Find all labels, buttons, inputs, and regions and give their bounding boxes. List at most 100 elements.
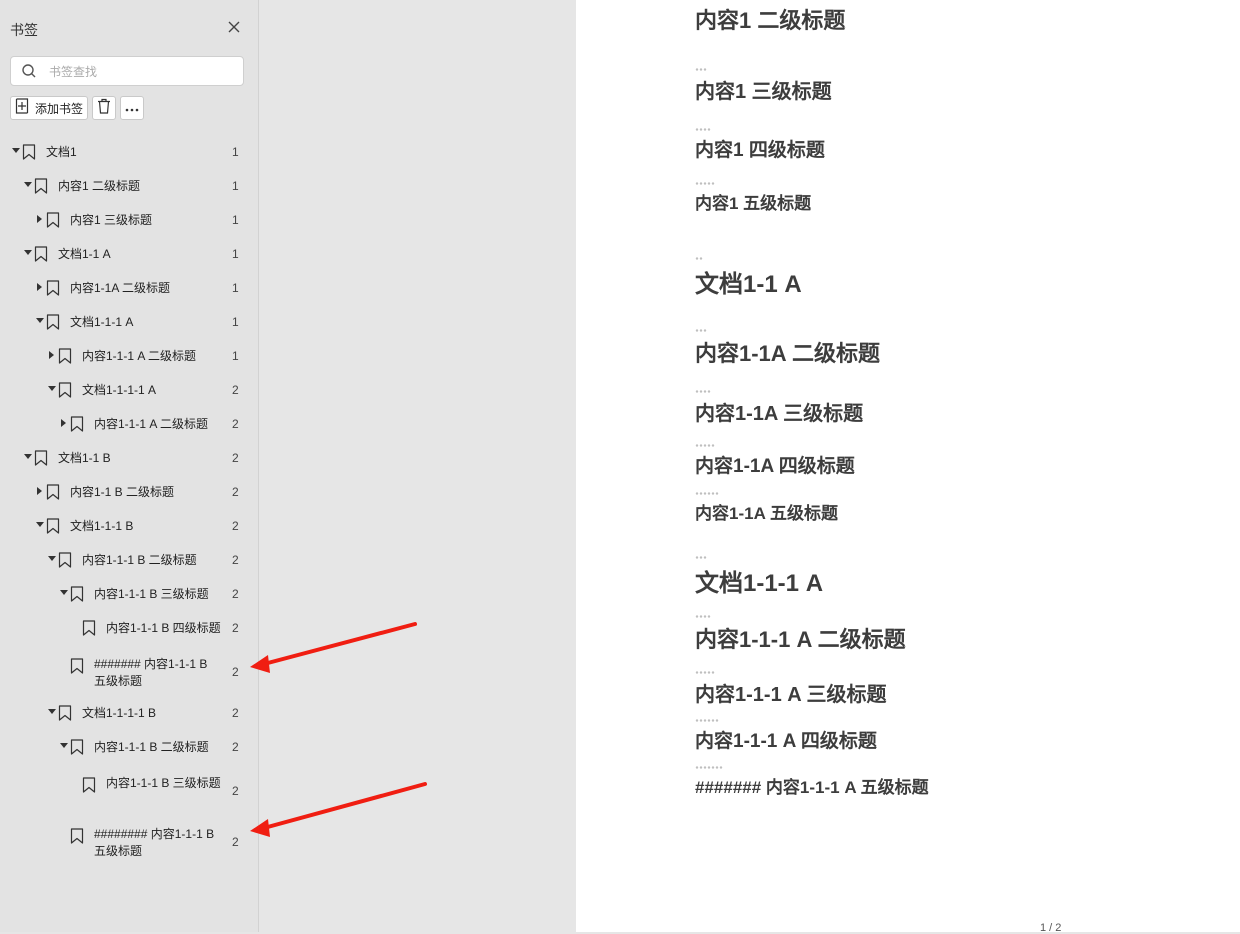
caret-down-icon[interactable]	[12, 146, 20, 156]
bookmark-icon	[46, 518, 60, 534]
bookmark-item[interactable]: 文档1-1-1 B 2	[0, 514, 250, 538]
bookmark-page-number: 2	[232, 740, 239, 754]
bookmark-item[interactable]: 内容1-1A 二级标题 1	[0, 276, 250, 300]
caret-down-icon[interactable]	[24, 180, 32, 190]
bookmark-label: 内容1-1-1 B 四级标题	[106, 621, 221, 635]
caret-right-icon[interactable]	[36, 486, 44, 496]
caret-right-icon[interactable]	[48, 350, 56, 360]
bookmark-label: 内容1-1-1 A 二级标题	[82, 349, 197, 363]
bookmark-item[interactable]: 文档1 1	[0, 140, 250, 164]
bookmark-page-number: 2	[232, 383, 239, 397]
heading-marker	[695, 329, 707, 332]
bookmark-item[interactable]: 文档1-1 B 2	[0, 446, 250, 470]
bookmark-page-number: 2	[232, 451, 239, 465]
add-bookmark-icon	[15, 97, 29, 119]
bookmark-page-number: 2	[232, 706, 239, 720]
bookmark-icon	[46, 484, 60, 500]
caret-down-icon[interactable]	[48, 554, 56, 564]
caret-down-icon[interactable]	[24, 248, 32, 258]
bookmark-page-number: 2	[232, 621, 239, 635]
bookmark-item[interactable]: 内容1 二级标题 1	[0, 174, 250, 198]
delete-bookmark-button[interactable]	[92, 96, 116, 120]
bookmark-label: 内容1-1-1 B 二级标题	[82, 553, 197, 567]
more-options-button[interactable]	[120, 96, 144, 120]
bookmark-page-number: 2	[232, 835, 239, 849]
bookmark-page-number: 2	[232, 665, 239, 679]
bookmark-label: 文档1-1-1 A	[70, 315, 134, 329]
bookmark-item[interactable]: 内容1-1-1 B 四级标题 2	[0, 616, 250, 640]
search-box[interactable]	[10, 56, 244, 86]
bookmark-label: 文档1-1-1-1 A	[82, 383, 157, 397]
bookmark-item[interactable]: ####### 内容1-1-1 B 五级标题 2	[0, 657, 250, 688]
document-heading: ####### 内容1-1-1 A 五级标题	[695, 778, 929, 797]
bookmark-page-number: 2	[232, 519, 239, 533]
bookmark-item[interactable]: 内容1-1-1 B 三级标题 2	[0, 776, 250, 801]
panel-title: 书签	[10, 22, 38, 38]
document-heading: 内容1 五级标题	[695, 194, 812, 213]
caret-down-icon[interactable]	[60, 588, 68, 598]
bookmark-page-number: 1	[232, 315, 239, 329]
bookmark-label: 内容1-1-1 B 三级标题	[94, 587, 209, 601]
document-page: 内容1 二级标题 内容1 三级标题 内容1 四级标题 内容1 五级标题文档1-1 A 内…	[576, 0, 1240, 934]
bookmark-icon	[82, 620, 96, 636]
caret-down-icon[interactable]	[48, 384, 56, 394]
caret-right-icon[interactable]	[60, 418, 68, 428]
canvas-background	[259, 0, 575, 932]
bookmark-page-number: 2	[232, 417, 239, 431]
bookmark-item[interactable]: 内容1-1-1 A 二级标题 2	[0, 412, 250, 436]
bookmark-item[interactable]: ######## 内容1-1-1 B 五级标题 2	[0, 827, 250, 858]
document-heading: 内容1 三级标题	[695, 81, 832, 103]
bookmark-page-number: 2	[232, 587, 239, 601]
close-icon[interactable]	[224, 17, 244, 37]
heading-marker	[695, 766, 723, 769]
bookmark-icon	[70, 658, 84, 674]
bookmark-page-number: 1	[232, 349, 239, 363]
bookmark-item[interactable]: 文档1-1-1 A 1	[0, 310, 250, 334]
document-heading: 内容1-1-1 A 四级标题	[695, 731, 877, 752]
bookmark-item[interactable]: 文档1-1 A 1	[0, 242, 250, 266]
bookmark-item[interactable]: 内容1-1-1 B 二级标题 2	[0, 735, 250, 759]
document-heading: 内容1-1-1 A 二级标题	[695, 627, 906, 652]
bookmark-item[interactable]: 文档1-1-1-1 B 2	[0, 701, 250, 725]
bookmark-item[interactable]: 内容1-1-1 B 二级标题 2	[0, 548, 250, 572]
caret-down-icon[interactable]	[36, 520, 44, 530]
bookmark-icon	[58, 705, 72, 721]
document-heading: 文档1-1 A	[695, 271, 802, 298]
document-heading: 内容1 二级标题	[695, 8, 846, 33]
bookmark-item[interactable]: 内容1-1 B 二级标题 2	[0, 480, 250, 504]
document-heading: 文档1-1-1 A	[695, 570, 824, 597]
page-indicator: 1 / 2	[1040, 922, 1062, 934]
heading-marker	[695, 444, 715, 447]
caret-right-icon[interactable]	[36, 282, 44, 292]
heading-marker	[695, 492, 719, 495]
heading-marker	[695, 719, 719, 722]
bookmark-icon	[70, 416, 84, 432]
bookmark-item[interactable]: 内容1-1-1 A 二级标题 1	[0, 344, 250, 368]
bookmark-item[interactable]: 内容1 三级标题 1	[0, 208, 250, 232]
bookmark-label: 内容1-1-1 B 二级标题	[94, 740, 209, 754]
heading-marker	[695, 390, 711, 393]
bookmark-item[interactable]: 内容1-1-1 B 三级标题 2	[0, 582, 250, 606]
document-heading: 内容1-1A 三级标题	[695, 403, 864, 425]
search-input[interactable]	[47, 62, 241, 82]
bookmark-label: ######## 内容1-1-1 B 五级标题	[94, 827, 215, 858]
bookmark-page-number: 1	[232, 145, 239, 159]
bookmark-label: 文档1-1-1 B	[70, 519, 134, 533]
search-icon	[21, 63, 37, 79]
caret-down-icon[interactable]	[48, 707, 56, 717]
bookmark-label: 内容1-1-1 A 二级标题	[94, 417, 209, 431]
caret-down-icon[interactable]	[24, 452, 32, 462]
bookmark-label: 文档1-1-1-1 B	[82, 706, 157, 720]
document-heading: 内容1 四级标题	[695, 140, 825, 161]
bookmark-page-number: 1	[232, 281, 239, 295]
caret-right-icon[interactable]	[36, 214, 44, 224]
bookmark-item[interactable]: 文档1-1-1-1 A 2	[0, 378, 250, 402]
bookmark-icon	[58, 382, 72, 398]
heading-marker	[695, 556, 707, 559]
add-bookmark-label: 添加书签	[35, 101, 84, 116]
add-bookmark-button[interactable]: 添加书签	[10, 96, 88, 120]
heading-marker	[695, 671, 715, 674]
more-icon	[125, 99, 139, 117]
caret-down-icon[interactable]	[36, 316, 44, 326]
caret-down-icon[interactable]	[60, 741, 68, 751]
